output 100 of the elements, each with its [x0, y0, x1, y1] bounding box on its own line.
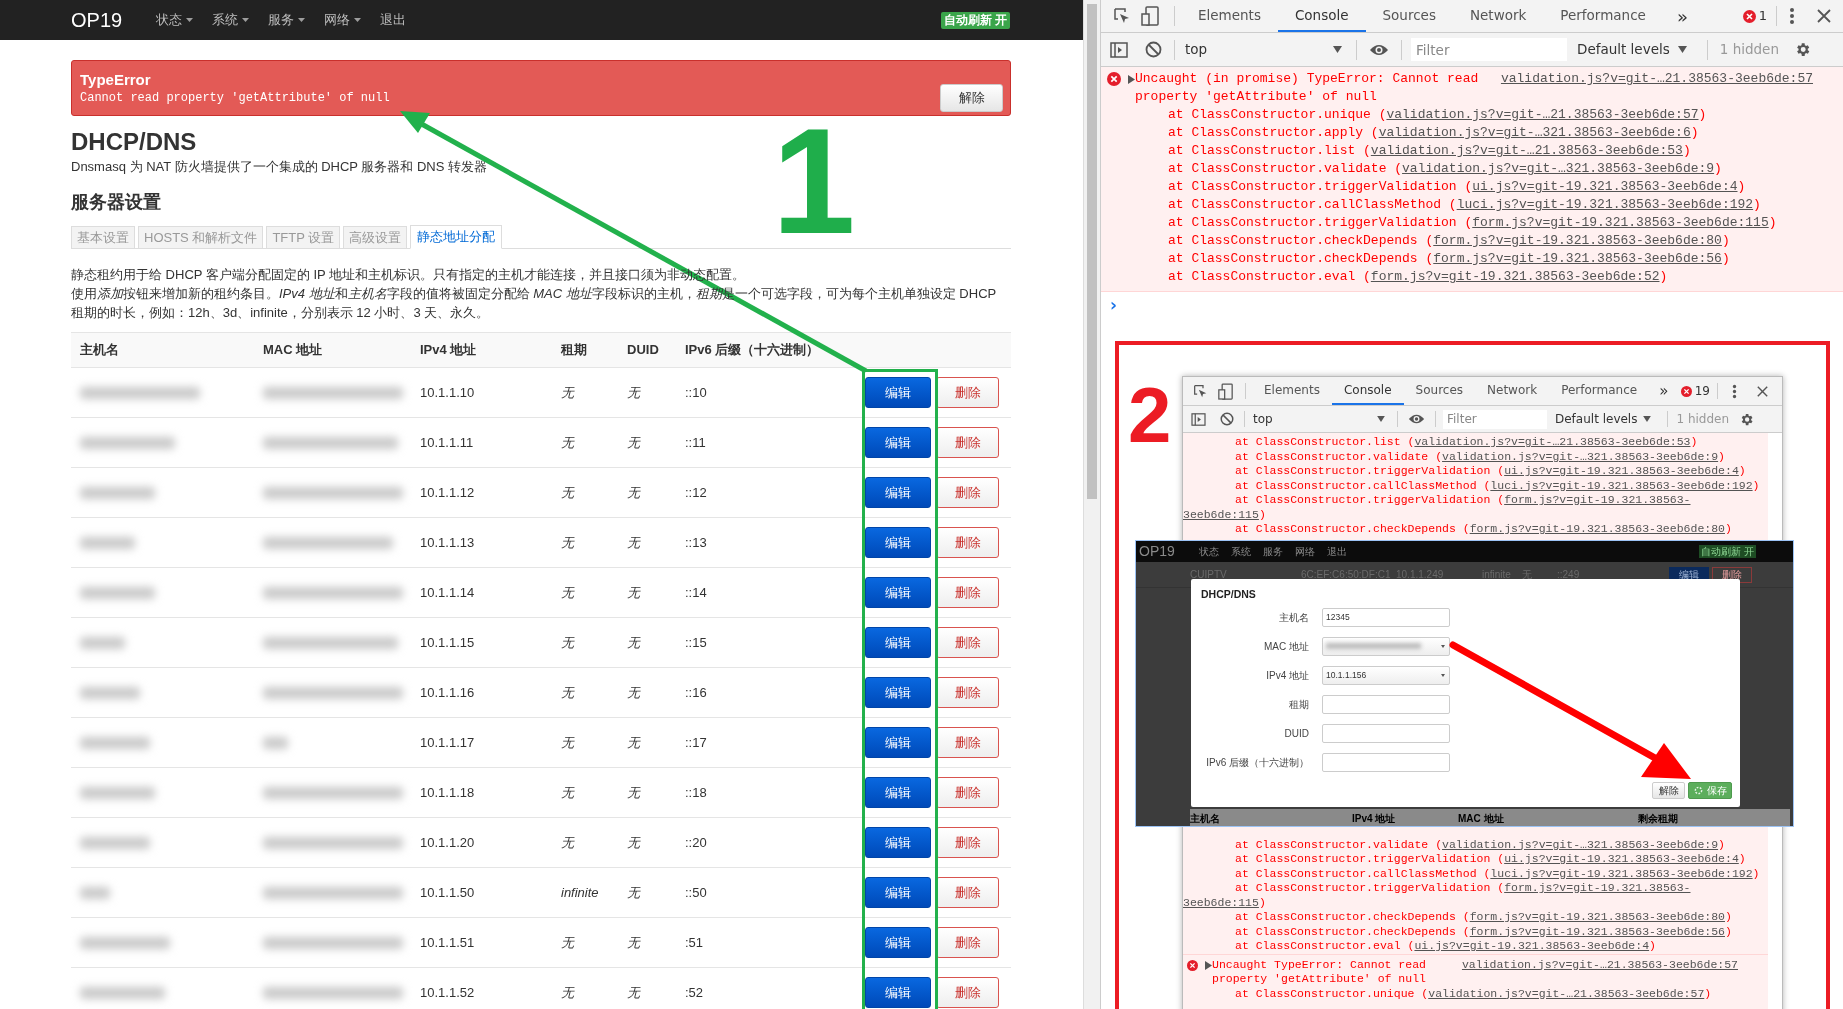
source-link[interactable]: 3eeb6de:115: [1183, 895, 1259, 909]
source-link[interactable]: validation.js?v=git-…21.38563-3eeb6de:57: [1386, 107, 1699, 122]
clear-console-icon[interactable]: [1220, 412, 1234, 426]
source-link[interactable]: ui.js?v=git-19.321.38563-3eeb6de:4: [1504, 852, 1739, 865]
source-link[interactable]: validation.js?v=git-…21.38563-3eeb6de:57: [1500, 70, 1813, 88]
source-link[interactable]: luci.js?v=git-19.321.38563-3eeb6de:192: [1490, 478, 1753, 492]
edit-button[interactable]: 编辑: [865, 777, 931, 808]
source-link[interactable]: validation.js?v=git-…321.38563-3eeb6de:6: [1378, 125, 1691, 140]
edit-button[interactable]: 编辑: [865, 477, 931, 508]
expand-icon[interactable]: [1205, 960, 1212, 970]
nav-menu-item[interactable]: 网络: [324, 10, 362, 30]
devtools-tab[interactable]: Elements: [1252, 377, 1332, 405]
source-link[interactable]: ui.js?v=git-19.321.38563-3eeb6de:4: [1414, 939, 1650, 952]
more-tabs-button[interactable]: »: [1676, 2, 1688, 30]
filter-field[interactable]: Filter: [1411, 38, 1567, 61]
select-field[interactable]: [1322, 636, 1450, 656]
delete-button[interactable]: 删除: [936, 627, 999, 658]
source-link[interactable]: ui.js?v=git-19.321.38563-3eeb6de:4: [1504, 464, 1739, 477]
devtools-tab[interactable]: Sources: [1365, 0, 1453, 32]
sidebar-icon[interactable]: [1110, 41, 1128, 58]
delete-button[interactable]: 删除: [936, 427, 999, 458]
delete-button[interactable]: 删除: [936, 827, 999, 858]
more-tabs-button[interactable]: »: [1659, 379, 1669, 403]
eye-icon[interactable]: [1408, 413, 1425, 425]
delete-button[interactable]: 删除: [936, 577, 999, 608]
source-link[interactable]: validation.js?v=git-…21.38563-3eeb6de:57: [1428, 986, 1705, 1000]
source-link[interactable]: luci.js?v=git-19.321.38563-3eeb6de:192: [1490, 866, 1753, 880]
error-count-badge[interactable]: 1: [1742, 6, 1767, 26]
sidebar-icon[interactable]: [1191, 412, 1206, 426]
close-icon[interactable]: [1817, 9, 1831, 23]
devtools-tab[interactable]: Performance: [1549, 377, 1650, 405]
source-link[interactable]: validation.js?v=git-…321.38563-3eeb6de:9: [1442, 837, 1719, 851]
devtools-tab[interactable]: Sources: [1403, 377, 1476, 405]
source-link[interactable]: validation.js?v=git-…21.38563-3eeb6de:53: [1414, 435, 1691, 448]
filter-field[interactable]: Filter: [1443, 409, 1547, 429]
edit-button[interactable]: 编辑: [865, 927, 931, 958]
device-icon[interactable]: [1141, 6, 1159, 26]
context-select[interactable]: top: [1253, 410, 1385, 428]
delete-button[interactable]: 删除: [936, 927, 999, 958]
more-options-icon[interactable]: [1732, 383, 1737, 399]
source-link[interactable]: form.js?v=git-19.321.38563-3eeb6de:56: [1469, 924, 1725, 938]
device-icon[interactable]: [1218, 382, 1233, 400]
source-link[interactable]: 3eeb6de:115: [1183, 507, 1259, 521]
more-options-icon[interactable]: [1789, 7, 1795, 25]
source-link[interactable]: ui.js?v=git-19.321.38563-3eeb6de:4: [1472, 179, 1738, 194]
expand-icon[interactable]: [1128, 74, 1135, 84]
clear-console-icon[interactable]: [1145, 41, 1162, 58]
log-levels-dropdown[interactable]: Default levels: [1577, 39, 1670, 60]
source-link[interactable]: form.js?v=git-19.321.38563-3eeb6de:115: [1472, 215, 1769, 230]
nav-menu-item[interactable]: 状态: [156, 10, 194, 30]
source-link[interactable]: form.js?v=git-19.321.38563-3eeb6de:52: [1370, 269, 1660, 284]
edit-button[interactable]: 编辑: [865, 527, 931, 558]
delete-button[interactable]: 删除: [936, 977, 999, 1008]
edit-button[interactable]: 编辑: [865, 377, 931, 408]
input-field[interactable]: [1322, 694, 1450, 714]
edit-button[interactable]: 编辑: [865, 677, 931, 708]
delete-button[interactable]: 删除: [936, 677, 999, 708]
source-link[interactable]: form.js?v=git-19.321.38563-3eeb6de:80: [1469, 522, 1725, 535]
scrollbar[interactable]: [1083, 0, 1100, 1009]
delete-button[interactable]: 删除: [936, 777, 999, 808]
select-field[interactable]: 10.1.1.156: [1322, 665, 1450, 685]
delete-button[interactable]: 删除: [936, 727, 999, 758]
context-select[interactable]: top: [1185, 39, 1342, 60]
edit-button[interactable]: 编辑: [865, 827, 931, 858]
input-field[interactable]: [1322, 723, 1450, 743]
nav-menu-item[interactable]: 系统: [212, 10, 250, 30]
log-levels-dropdown[interactable]: Default levels: [1555, 410, 1638, 428]
source-link[interactable]: validation.js?v=git-…21.38563-3eeb6de:57: [1461, 957, 1738, 972]
source-link[interactable]: validation.js?v=git-…321.38563-3eeb6de:9: [1402, 161, 1715, 176]
devtools-tab[interactable]: Network: [1452, 0, 1544, 32]
edit-button[interactable]: 编辑: [865, 427, 931, 458]
source-link[interactable]: form.js?v=git-19.321.38563-3eeb6de:56: [1433, 251, 1722, 266]
source-link[interactable]: luci.js?v=git-19.321.38563-3eeb6de:192: [1456, 197, 1754, 212]
edit-button[interactable]: 编辑: [865, 877, 931, 908]
edit-button[interactable]: 编辑: [865, 577, 931, 608]
nav-menu-item[interactable]: 退出: [380, 10, 407, 30]
inspect-icon[interactable]: [1193, 383, 1208, 399]
devtools-tab[interactable]: Performance: [1543, 0, 1663, 32]
inspect-icon[interactable]: [1113, 7, 1131, 25]
delete-button[interactable]: 删除: [936, 477, 999, 508]
scrollbar-thumb[interactable]: [1087, 4, 1097, 499]
tab[interactable]: 静态地址分配: [410, 225, 503, 249]
edit-button[interactable]: 编辑: [865, 627, 931, 658]
settings-icon[interactable]: [1739, 411, 1755, 427]
delete-button[interactable]: 删除: [936, 877, 999, 908]
eye-icon[interactable]: [1369, 42, 1389, 57]
source-link[interactable]: validation.js?v=git-…21.38563-3eeb6de:53: [1370, 143, 1683, 158]
devtools-tab[interactable]: Network: [1475, 377, 1550, 405]
console-prompt[interactable]: ›: [1110, 295, 1117, 315]
brand-logo[interactable]: OP19: [71, 5, 123, 35]
edit-button[interactable]: 编辑: [865, 977, 931, 1008]
edit-button[interactable]: 编辑: [865, 727, 931, 758]
close-icon[interactable]: [1757, 385, 1768, 397]
input-field[interactable]: 12345: [1322, 607, 1450, 627]
devtools-tab[interactable]: Elements: [1181, 0, 1278, 32]
error-count-badge[interactable]: 19: [1680, 382, 1710, 400]
nav-menu-item[interactable]: 服务: [268, 10, 306, 30]
delete-button[interactable]: 删除: [936, 527, 999, 558]
dismiss-button[interactable]: 解除: [940, 84, 1003, 112]
source-link[interactable]: form.js?v=git-19.321.38563-: [1504, 493, 1691, 506]
